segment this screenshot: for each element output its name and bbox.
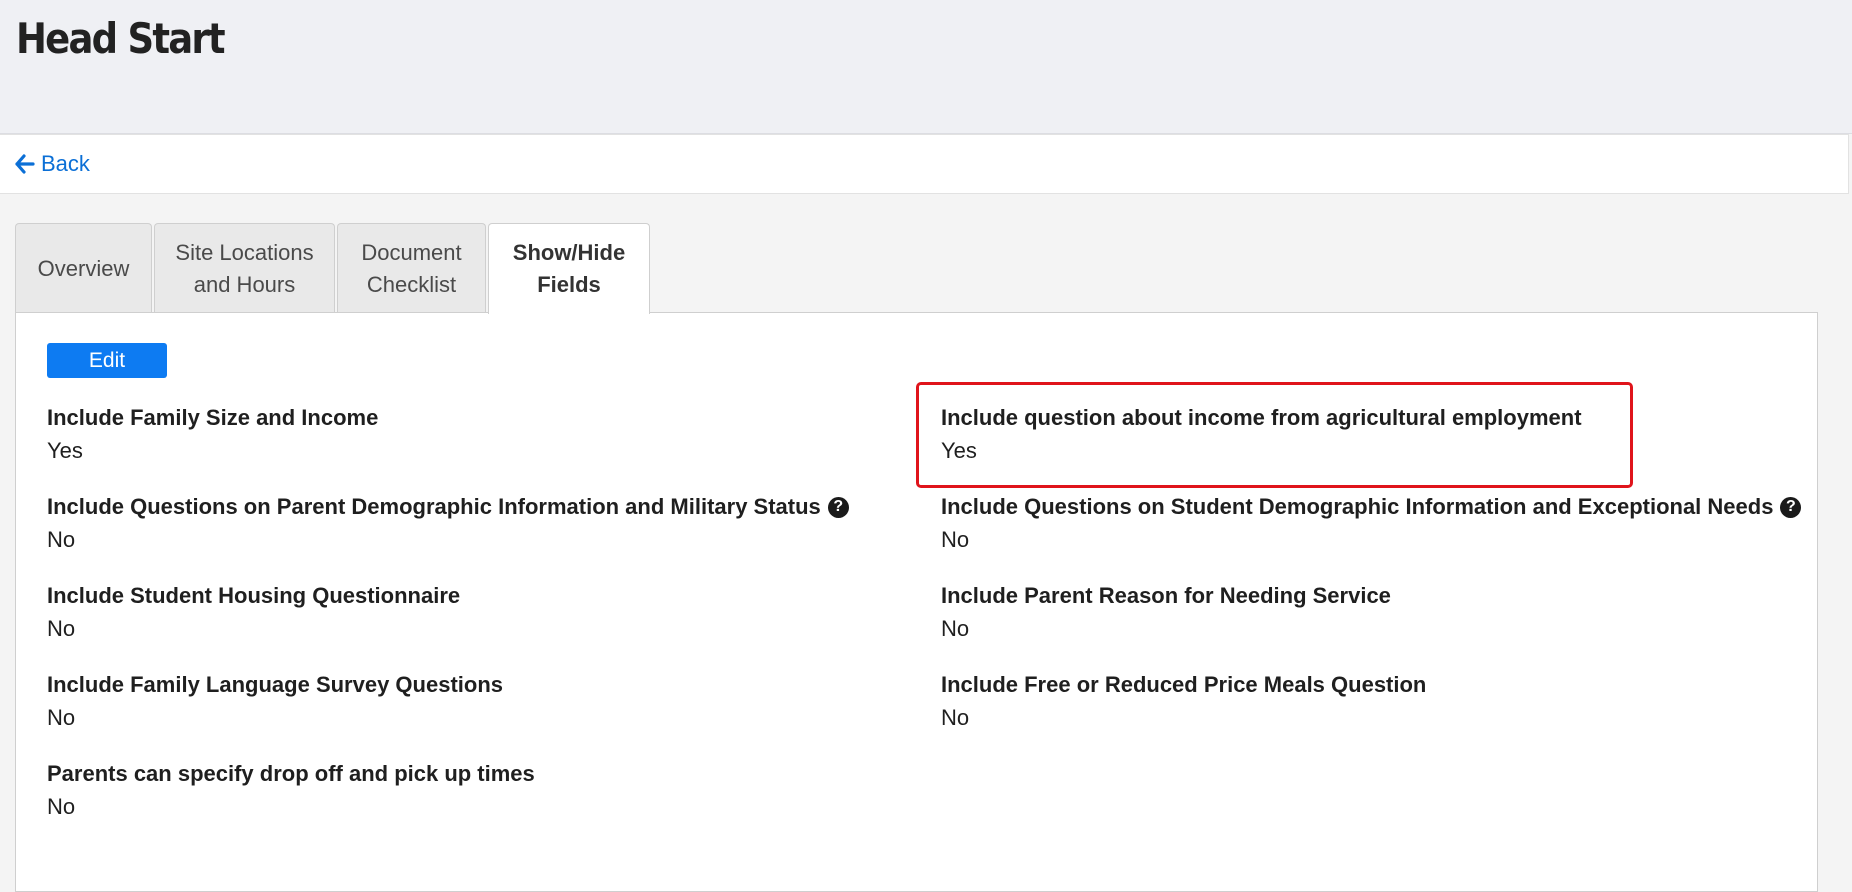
- field-value: No: [941, 616, 970, 641]
- field-value: No: [941, 527, 970, 552]
- field-value: Yes: [47, 438, 83, 463]
- field-label: Include Family Size and Income: [47, 405, 378, 431]
- help-icon[interactable]: ?: [827, 496, 849, 518]
- show-hide-fields-panel: Edit Include Family Size and Income Yes …: [15, 312, 1818, 892]
- back-link[interactable]: Back: [15, 151, 90, 177]
- tab-show-hide-fields[interactable]: Show/Hide Fields: [488, 223, 650, 314]
- field-value: No: [941, 705, 970, 730]
- field-label-text: Include Questions on Parent Demographic …: [47, 494, 821, 519]
- arrow-left-icon: [15, 154, 35, 174]
- field-label-text: Include Questions on Student Demographic…: [941, 494, 1774, 519]
- field-student-housing: Include Student Housing Questionnaire No: [47, 583, 460, 642]
- field-value: No: [47, 705, 76, 730]
- field-label-text: Include Parent Reason for Needing Servic…: [941, 583, 1391, 608]
- field-label: Include Student Housing Questionnaire: [47, 583, 460, 609]
- field-parent-demographic: Include Questions on Parent Demographic …: [47, 494, 849, 553]
- back-label: Back: [41, 151, 90, 176]
- field-label: Include Questions on Parent Demographic …: [47, 494, 849, 520]
- field-label-text: Parents can specify drop off and pick up…: [47, 761, 535, 786]
- tab-label: Document Checklist: [361, 239, 462, 297]
- field-label-text: Include Free or Reduced Price Meals Ques…: [941, 672, 1427, 697]
- tab-label: Show/Hide Fields: [512, 240, 626, 297]
- page-title: Head Start: [16, 14, 226, 63]
- field-family-size-income: Include Family Size and Income Yes: [47, 405, 378, 464]
- field-parent-reason: Include Parent Reason for Needing Servic…: [941, 583, 1391, 642]
- tab-overview[interactable]: Overview: [15, 223, 152, 313]
- tab-bar: Overview Site Locations and Hours Docume…: [15, 223, 652, 314]
- field-value: No: [47, 616, 76, 641]
- tab-site-locations-and-hours[interactable]: Site Locations and Hours: [154, 223, 335, 313]
- field-label-text: Include Student Housing Questionnaire: [47, 583, 461, 608]
- field-agricultural-income: Include question about income from agric…: [941, 405, 1582, 464]
- field-student-demographic: Include Questions on Student Demographic…: [941, 494, 1802, 553]
- help-icon[interactable]: ?: [1780, 496, 1802, 518]
- field-label: Include Questions on Student Demographic…: [941, 494, 1802, 520]
- field-label: Parents can specify drop off and pick up…: [47, 761, 535, 787]
- tab-label: Site Locations and Hours: [175, 239, 314, 297]
- field-value: No: [47, 794, 76, 819]
- field-label-text: Include question about income from agric…: [941, 405, 1582, 430]
- field-drop-off-pick-up: Parents can specify drop off and pick up…: [47, 761, 535, 820]
- field-label: Include Family Language Survey Questions: [47, 672, 503, 698]
- field-value: No: [47, 527, 76, 552]
- field-family-language: Include Family Language Survey Questions…: [47, 672, 503, 731]
- field-value: Yes: [941, 438, 977, 463]
- field-label-text: Include Family Size and Income: [47, 405, 379, 430]
- page-header: Head Start: [0, 0, 1852, 134]
- edit-button[interactable]: Edit: [47, 343, 167, 378]
- field-label: Include Parent Reason for Needing Servic…: [941, 583, 1391, 609]
- field-free-reduced-meals: Include Free or Reduced Price Meals Ques…: [941, 672, 1426, 731]
- field-label: Include Free or Reduced Price Meals Ques…: [941, 672, 1426, 698]
- tab-document-checklist[interactable]: Document Checklist: [337, 223, 486, 313]
- tab-label: Overview: [37, 255, 130, 281]
- field-label-text: Include Family Language Survey Questions: [47, 672, 504, 697]
- back-bar: Back: [0, 134, 1849, 194]
- field-label: Include question about income from agric…: [941, 405, 1582, 431]
